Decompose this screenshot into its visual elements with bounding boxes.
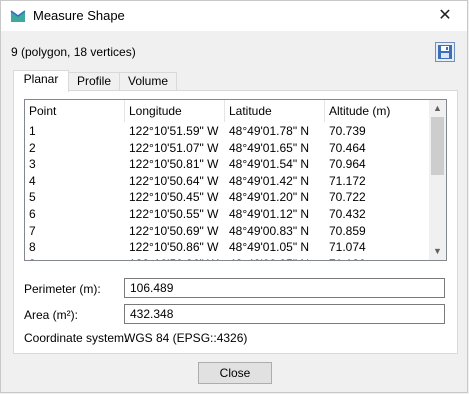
cell-point: 8 xyxy=(29,240,36,255)
title-bar[interactable]: Measure Shape ✕ xyxy=(1,1,467,31)
col-header-longitude[interactable]: Longitude xyxy=(125,100,225,122)
table-row[interactable]: 7 122°10'50.69" W 48°49'00.83" N 70.859 xyxy=(25,223,428,240)
cell-point: 3 xyxy=(29,157,36,172)
cell-longitude: 122°10'51.59" W xyxy=(129,124,219,138)
cell-latitude: 48°49'01.20" N xyxy=(229,190,310,205)
table-row[interactable]: 3 122°10'50.81" W 48°49'01.54" N 70.964 xyxy=(25,156,428,173)
cell-longitude: 122°10'50.55" W xyxy=(129,207,219,221)
cell-longitude: 122°10'50.69" W xyxy=(129,223,219,238)
table-row[interactable]: 4 122°10'50.64" W 48°49'01.42" N 71.172 xyxy=(25,173,428,190)
cell-latitude: 48°49'01.54" N xyxy=(229,157,310,172)
cell-point: 9 xyxy=(25,256,36,260)
vertex-table[interactable]: Point Longitude Latitude Altitude (m) 11… xyxy=(24,99,447,261)
cell-latitude: 48°49'01.65" N xyxy=(229,140,310,155)
cell-latitude: 48°49'01.78" N xyxy=(229,124,310,138)
cell-latitude: 48°49'01.42" N xyxy=(229,173,310,188)
cell-altitude: 70.722 xyxy=(329,190,366,205)
table-row[interactable]: 1 122°10'51.59" W 48°49'01.78" N 70.739 xyxy=(25,123,428,140)
table-row[interactable]: 6 122°10'50.55" W 48°49'01.12" N 70.432 xyxy=(25,206,428,223)
save-icon xyxy=(438,45,452,59)
cell-point: 2 xyxy=(29,140,36,155)
table-row[interactable]: 8 122°10'50.86" W 48°49'01.05" N 71.074 xyxy=(25,239,428,256)
cell-longitude: 122°10'50.64" W xyxy=(129,173,219,188)
close-button[interactable]: Close xyxy=(198,362,272,384)
area-label: Area (m²): xyxy=(24,308,78,322)
measure-app-icon xyxy=(10,10,26,22)
tab-planar[interactable]: Planar xyxy=(13,70,69,92)
col-header-latitude[interactable]: Latitude xyxy=(225,100,325,122)
cell-altitude: 71.180 xyxy=(325,256,366,260)
cell-longitude: 122°10'50.45" W xyxy=(129,190,219,205)
close-window-button[interactable]: ✕ xyxy=(435,5,455,25)
cell-longitude: 122°10'50.96" W xyxy=(125,256,218,260)
scrollbar-thumb[interactable] xyxy=(431,117,444,175)
cell-latitude: 48°49'00.95" N xyxy=(225,256,309,260)
measure-shape-dialog: Measure Shape ✕ 9 (polygon, 18 vertices)… xyxy=(0,0,468,393)
cell-longitude: 122°10'51.07" W xyxy=(129,140,219,155)
table-header: Point Longitude Latitude Altitude (m) xyxy=(25,100,428,122)
col-header-point[interactable]: Point xyxy=(25,100,125,122)
cell-point: 6 xyxy=(29,207,36,221)
cell-latitude: 48°49'01.05" N xyxy=(229,240,310,255)
tab-volume[interactable]: Volume xyxy=(119,72,177,91)
perimeter-field[interactable]: 106.489 xyxy=(124,278,445,298)
scroll-down-icon[interactable]: ▼ xyxy=(429,243,446,260)
table-row[interactable]: 2 122°10'51.07" W 48°49'01.65" N 70.464 xyxy=(25,140,428,157)
cell-latitude: 48°49'00.83" N xyxy=(229,223,310,238)
cell-point: 7 xyxy=(29,223,36,238)
tab-profile[interactable]: Profile xyxy=(68,72,120,91)
col-header-altitude[interactable]: Altitude (m) xyxy=(325,100,428,122)
table-row[interactable]: 5 122°10'50.45" W 48°49'01.20" N 70.722 xyxy=(25,189,428,206)
cell-altitude: 70.464 xyxy=(329,140,366,155)
cell-longitude: 122°10'50.86" W xyxy=(129,240,219,255)
coordinate-system-label: Coordinate system: xyxy=(24,331,128,345)
save-button[interactable] xyxy=(435,42,455,62)
cell-point: 1 xyxy=(29,124,36,138)
scroll-up-icon[interactable]: ▲ xyxy=(429,100,446,117)
cell-point: 4 xyxy=(29,173,36,188)
cell-point: 5 xyxy=(29,190,36,205)
cell-altitude: 71.074 xyxy=(329,240,366,255)
table-scrollbar[interactable]: ▲ ▼ xyxy=(429,100,446,260)
table-row[interactable]: 9 122°10'50.96" W 48°49'00.95" N 71.180 xyxy=(25,256,428,260)
cell-altitude: 71.172 xyxy=(329,173,366,188)
cell-latitude: 48°49'01.12" N xyxy=(229,207,310,221)
planar-panel: Point Longitude Latitude Altitude (m) 11… xyxy=(13,90,458,354)
cell-longitude: 122°10'50.81" W xyxy=(129,157,219,172)
perimeter-label: Perimeter (m): xyxy=(24,282,101,296)
cell-altitude: 70.432 xyxy=(329,207,366,221)
cell-altitude: 70.859 xyxy=(329,223,366,238)
cell-altitude: 70.964 xyxy=(329,157,366,172)
shape-summary: 9 (polygon, 18 vertices) xyxy=(11,45,136,59)
area-field[interactable]: 432.348 xyxy=(124,304,445,324)
coordinate-system-value: WGS 84 (EPSG::4326) xyxy=(124,331,248,345)
window-title: Measure Shape xyxy=(33,8,125,23)
cell-altitude: 70.739 xyxy=(329,124,366,138)
